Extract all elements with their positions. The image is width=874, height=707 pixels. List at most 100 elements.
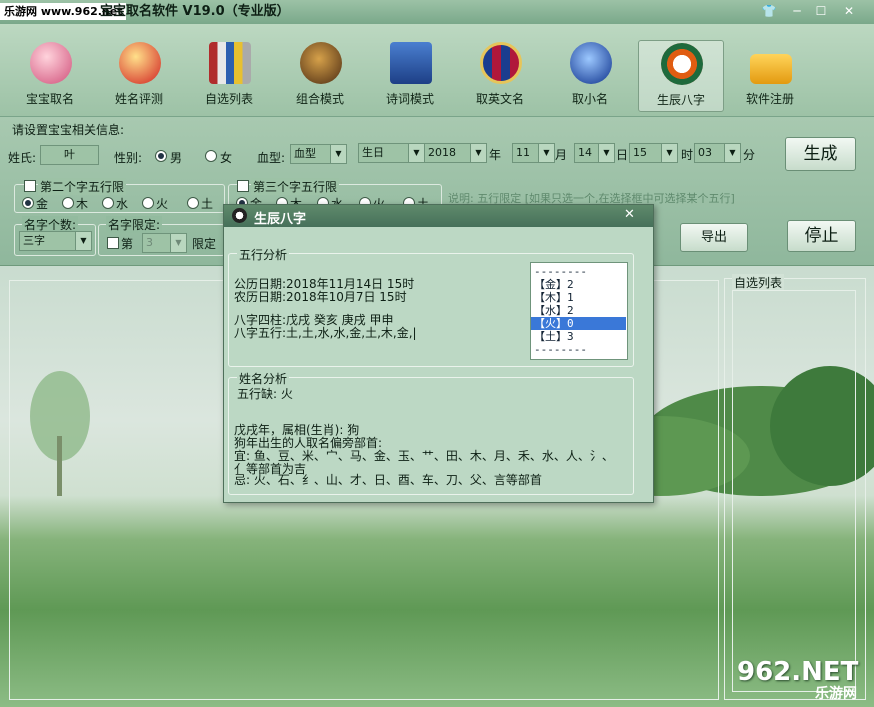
third-char-checkbox[interactable] bbox=[237, 180, 249, 192]
limit-label: 名字限定: bbox=[106, 216, 163, 233]
month-unit: 月 bbox=[555, 148, 568, 162]
chevron-down-icon: ▼ bbox=[598, 144, 614, 162]
birthday-value: 生日 bbox=[362, 146, 384, 159]
minute-select[interactable]: 03 ▼ bbox=[694, 143, 741, 163]
minute-value: 03 bbox=[698, 146, 712, 159]
limit-value: 3 bbox=[146, 236, 153, 249]
month-select[interactable]: 11 ▼ bbox=[512, 143, 555, 163]
surname-input[interactable]: 叶 bbox=[40, 145, 99, 165]
maximize-button[interactable]: ☐ bbox=[810, 3, 832, 20]
limit-suffix: 限定 bbox=[192, 237, 217, 251]
list-item[interactable]: 【水】2 bbox=[531, 304, 626, 317]
tool-poem-mode[interactable]: 诗词模式 bbox=[368, 40, 452, 110]
limit-checkbox[interactable] bbox=[107, 237, 119, 249]
second-wood-radio[interactable] bbox=[62, 197, 74, 209]
male-radio[interactable] bbox=[155, 150, 167, 162]
minute-unit: 分 bbox=[743, 148, 756, 162]
birthday-select[interactable]: 生日 ▼ bbox=[358, 143, 425, 163]
dialog-title: 生辰八字 bbox=[254, 212, 307, 227]
wuxing-group-title: 五行分析 bbox=[237, 246, 290, 263]
third-char-label: 第三个字五行限 bbox=[251, 178, 340, 195]
tool-label: 取小名 bbox=[571, 92, 608, 106]
tool-label: 姓名评测 bbox=[114, 92, 163, 106]
settings-heading: 请设置宝宝相关信息: bbox=[12, 123, 125, 137]
yinyang-icon bbox=[232, 208, 247, 223]
export-button[interactable]: 导出 bbox=[680, 223, 748, 252]
blood-value: 血型 bbox=[294, 147, 316, 160]
bird-icon bbox=[570, 42, 612, 84]
list-item[interactable]: 【木】1 bbox=[531, 291, 626, 304]
minimize-button[interactable]: ─ bbox=[786, 3, 808, 20]
tool-english-name[interactable]: 取英文名 bbox=[458, 40, 542, 110]
second-fire-radio[interactable] bbox=[142, 197, 154, 209]
wuxing-count-list[interactable]: -------- 【金】2 【木】1 【水】2 【火】0 【土】3 ------… bbox=[530, 262, 628, 360]
tool-baby-naming[interactable]: 宝宝取名 bbox=[8, 40, 92, 110]
year-unit: 年 bbox=[489, 148, 502, 162]
tool-label: 生辰八字 bbox=[656, 93, 705, 107]
chevron-down-icon: ▼ bbox=[170, 234, 186, 252]
chevron-down-icon: ▼ bbox=[75, 232, 91, 250]
day-select[interactable]: 14 ▼ bbox=[574, 143, 615, 163]
brand-logo: 962.NET 乐游网 bbox=[733, 655, 867, 703]
tool-nickname[interactable]: 取小名 bbox=[548, 40, 632, 110]
bad-radicals: 忌: 火、石、纟、山、才、日、酉、车、刀、父、言等部首 bbox=[234, 473, 542, 487]
close-button[interactable]: ✕ bbox=[838, 3, 860, 20]
chevron-down-icon: ▼ bbox=[408, 144, 424, 162]
chevron-down-icon: ▼ bbox=[538, 144, 554, 162]
title-bar: 乐游网 www.962.net 宝宝取名软件 V19.0（专业版） 👕 ─ ☐ … bbox=[0, 0, 874, 25]
tool-combination-mode[interactable]: 组合模式 bbox=[278, 40, 362, 110]
second-char-checkbox[interactable] bbox=[24, 180, 36, 192]
tool-label: 诗词模式 bbox=[385, 92, 434, 106]
tool-label: 组合模式 bbox=[295, 92, 344, 106]
generate-button[interactable]: 生成 bbox=[785, 137, 856, 171]
blood-label: 血型: bbox=[257, 151, 286, 165]
limit-nth: 第 bbox=[121, 237, 134, 251]
tool-selection-list[interactable]: 自选列表 bbox=[187, 40, 271, 110]
limit-select[interactable]: 3 ▼ bbox=[142, 233, 187, 253]
count-value: 三字 bbox=[23, 234, 45, 247]
second-earth-radio[interactable] bbox=[187, 197, 199, 209]
female-label: 女 bbox=[220, 151, 233, 165]
tool-bazi[interactable]: 生辰八字 bbox=[638, 40, 724, 112]
chevron-down-icon: ▼ bbox=[330, 145, 346, 163]
chevron-down-icon: ▼ bbox=[724, 144, 740, 162]
count-select[interactable]: 三字 ▼ bbox=[19, 231, 92, 251]
tool-register[interactable]: 软件注册 bbox=[728, 40, 812, 110]
stop-button[interactable]: 停止 bbox=[787, 220, 856, 252]
list-item: -------- bbox=[534, 343, 587, 356]
element-label: 水 bbox=[116, 197, 129, 211]
second-metal-radio[interactable] bbox=[22, 197, 34, 209]
hour-unit: 时 bbox=[681, 148, 694, 162]
year-select[interactable]: 2018 ▼ bbox=[424, 143, 487, 163]
second-water-radio[interactable] bbox=[102, 197, 114, 209]
brushes-icon bbox=[209, 42, 251, 84]
tool-label: 软件注册 bbox=[745, 92, 794, 106]
hour-select[interactable]: 15 ▼ bbox=[629, 143, 678, 163]
element-label: 木 bbox=[76, 197, 89, 211]
lion-icon bbox=[300, 42, 342, 84]
selection-list[interactable] bbox=[732, 290, 856, 692]
element-label: 金 bbox=[36, 197, 49, 211]
tool-label: 宝宝取名 bbox=[25, 92, 74, 106]
selection-list-title: 自选列表 bbox=[732, 274, 785, 291]
list-item[interactable]: 【土】3 bbox=[531, 330, 626, 343]
fortune-icon bbox=[119, 42, 161, 84]
baby-icon bbox=[30, 42, 72, 84]
element-label: 土 bbox=[201, 197, 214, 211]
list-item[interactable]: 【金】2 bbox=[531, 278, 626, 291]
tool-label: 自选列表 bbox=[204, 92, 253, 106]
female-radio[interactable] bbox=[205, 150, 217, 162]
lack-element: 五行缺: 火 bbox=[237, 387, 293, 401]
year-value: 2018 bbox=[428, 146, 456, 159]
lunar-date: 农历日期:2018年10月7日 15时 bbox=[234, 290, 407, 304]
tool-label: 取英文名 bbox=[475, 92, 524, 106]
skin-icon[interactable]: 👕 bbox=[758, 3, 780, 20]
day-unit: 日 bbox=[616, 148, 629, 162]
chevron-down-icon: ▼ bbox=[470, 144, 486, 162]
blood-select[interactable]: 血型 ▼ bbox=[290, 144, 347, 164]
window-title: 宝宝取名软件 V19.0（专业版） bbox=[100, 4, 290, 19]
tool-name-evaluation[interactable]: 姓名评测 bbox=[97, 40, 181, 110]
list-item-selected[interactable]: 【火】0 bbox=[531, 317, 626, 330]
dialog-close-button[interactable]: ✕ bbox=[624, 207, 635, 222]
bagua-icon bbox=[661, 43, 703, 85]
